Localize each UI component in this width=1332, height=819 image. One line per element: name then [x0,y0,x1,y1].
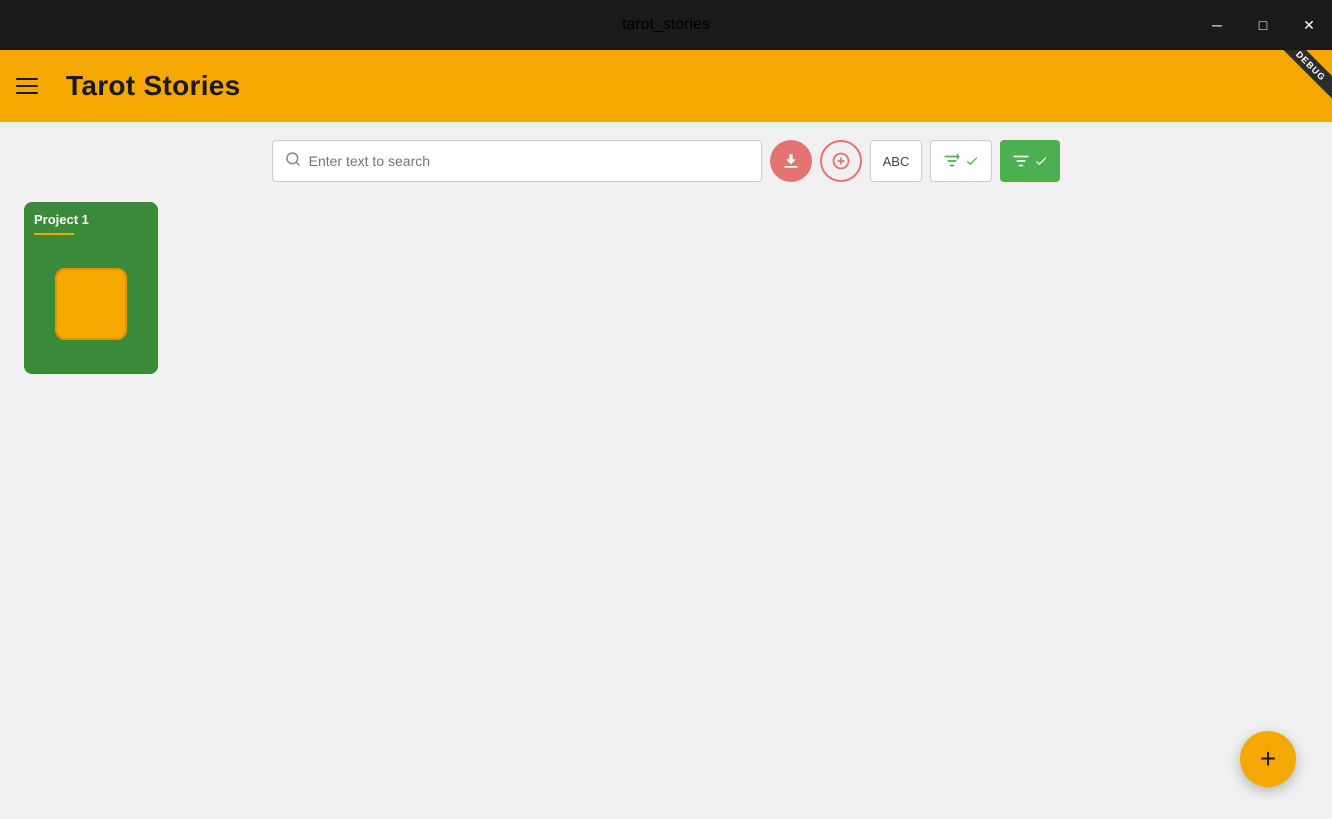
search-container [272,140,762,182]
abc-label: ABC [883,154,910,169]
search-icon [285,151,301,171]
project-name-underline [34,233,74,235]
chart-icon-wrapper [55,268,127,340]
fab-add-button[interactable]: + [1240,731,1296,787]
project-name: Project 1 [34,212,148,227]
projects-grid: Project 1 [24,202,1308,374]
main-content: ABC [0,122,1332,819]
hamburger-line [16,78,38,80]
filter-button[interactable] [930,140,992,182]
titlebar-title: tarot_stories [622,16,710,34]
toolbar: ABC [24,140,1308,182]
search-input[interactable] [309,153,749,169]
bar-chart-icon [69,282,113,326]
app-title: Tarot Stories [66,70,241,102]
titlebar-controls: ─ □ ✕ [1194,0,1332,50]
minimize-button[interactable]: ─ [1194,0,1240,50]
hamburger-menu-icon[interactable] [16,68,52,104]
hamburger-line [16,85,38,87]
download-button[interactable] [770,140,812,182]
project-card[interactable]: Project 1 [24,202,158,374]
project-icon-container [34,243,148,364]
titlebar: tarot_stories ─ □ ✕ [0,0,1332,50]
text-format-button[interactable]: ABC [870,140,923,182]
close-button[interactable]: ✕ [1286,0,1332,50]
maximize-button[interactable]: □ [1240,0,1286,50]
check-all-button[interactable] [1000,140,1060,182]
add-circle-button[interactable] [820,140,862,182]
app-header: Tarot Stories DEBUG [0,50,1332,122]
hamburger-line [16,92,38,94]
debug-badge: DEBUG [1272,50,1332,110]
debug-badge-label: DEBUG [1278,50,1332,99]
